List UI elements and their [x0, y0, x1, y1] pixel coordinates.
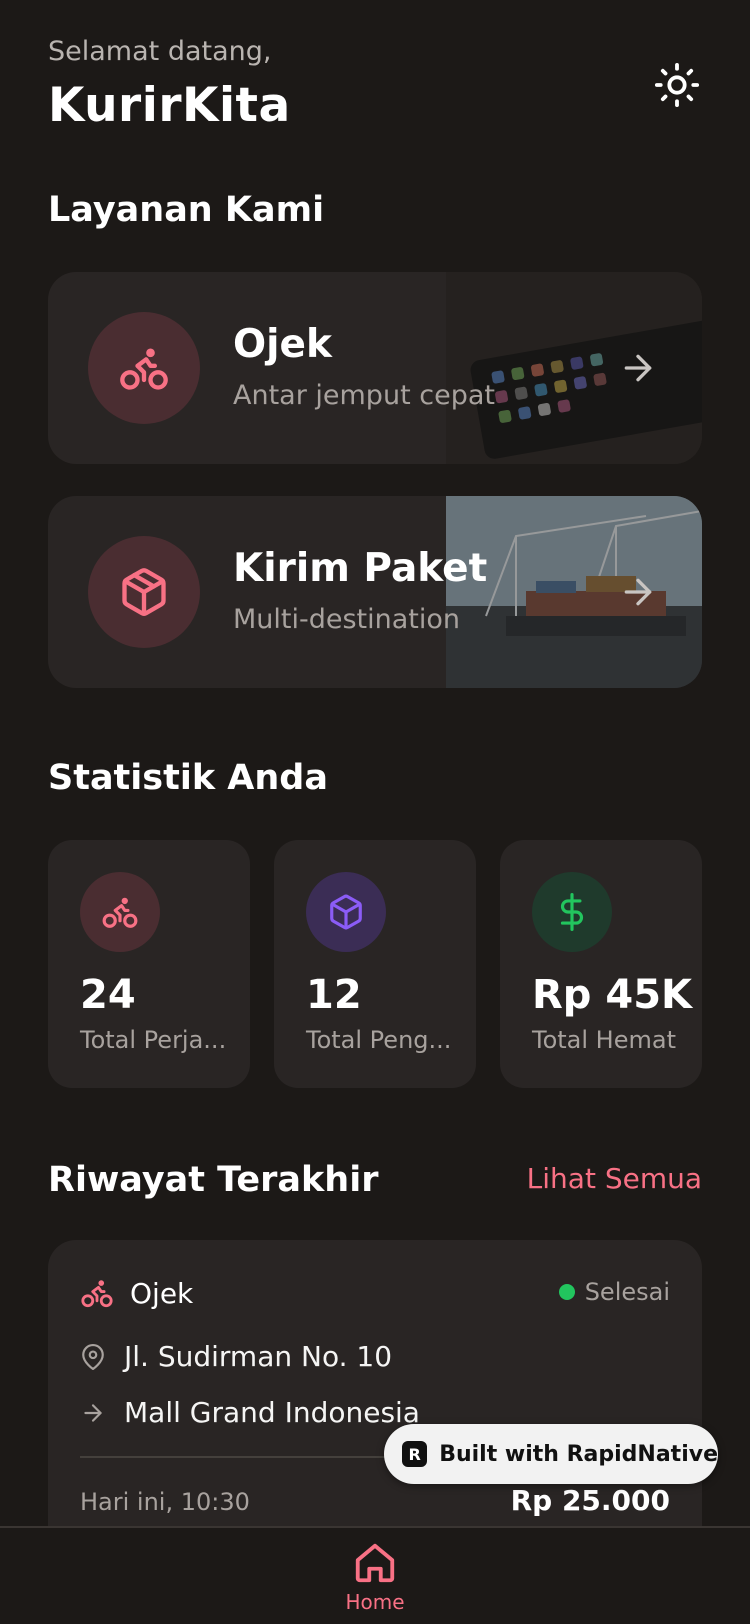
dollar-icon — [560, 893, 583, 931]
service-card-kirim-paket[interactable]: Kirim Paket Multi-destination — [48, 496, 702, 688]
history-from-row: Jl. Sudirman No. 10 — [80, 1340, 392, 1373]
map-pin-icon — [82, 1343, 104, 1370]
greeting-text: Selamat datang, — [48, 36, 272, 67]
status-dot — [558, 1284, 575, 1300]
stat-icon-circle — [306, 872, 386, 952]
bike-icon — [81, 1280, 113, 1308]
home-icon — [355, 1543, 395, 1583]
stat-value: 24 — [80, 972, 136, 1018]
stat-value: Rp 45K — [532, 972, 693, 1018]
stat-icon-circle — [80, 872, 160, 952]
header: Selamat datang, KurirKita — [48, 32, 702, 142]
service-name: Ojek — [233, 322, 332, 367]
service-icon-circle — [88, 536, 200, 648]
service-image-port — [446, 496, 702, 688]
services-section-title: Layanan Kami — [48, 190, 325, 230]
tab-home-label: Home — [345, 1590, 405, 1614]
bike-icon — [120, 348, 168, 390]
built-with-badge[interactable]: R Built with RapidNative — [384, 1424, 718, 1484]
service-image-phone — [446, 272, 702, 464]
history-section-title: Riwayat Terakhir — [48, 1160, 379, 1200]
see-all-link[interactable]: Lihat Semua — [527, 1162, 702, 1195]
stat-label: Total Perja... — [80, 1026, 227, 1054]
history-price: Rp 25.000 — [510, 1484, 670, 1517]
arrow-right-icon — [624, 354, 652, 382]
bottom-tab-bar: Home — [0, 1526, 750, 1624]
history-from: Jl. Sudirman No. 10 — [124, 1340, 393, 1373]
bike-icon — [102, 897, 138, 928]
stat-label: Total Peng... — [306, 1026, 452, 1054]
badge-label: Built with RapidNative — [439, 1441, 718, 1467]
status-badge: Selesai — [558, 1278, 670, 1306]
history-type-row: Ojek — [80, 1276, 193, 1310]
stat-card-trips: 24 Total Perja... — [48, 840, 250, 1088]
history-card[interactable]: Ojek Selesai Jl. Sudirman No. 10 Mall Gr… — [48, 1240, 702, 1560]
service-subtitle: Multi-destination — [233, 604, 461, 635]
history-to: Mall Grand Indonesia — [124, 1396, 420, 1429]
arrow-right-icon — [624, 578, 652, 606]
rapidnative-logo-icon: R — [402, 1441, 428, 1467]
package-icon — [330, 894, 362, 930]
tab-home[interactable]: Home — [330, 1540, 420, 1624]
brand-title: KurirKita — [48, 78, 291, 133]
history-to-row: Mall Grand Indonesia — [80, 1396, 420, 1429]
stats-section-title: Statistik Anda — [48, 758, 328, 798]
stat-card-deliveries: 12 Total Peng... — [274, 840, 476, 1088]
stat-icon-circle — [532, 872, 612, 952]
service-subtitle: Antar jemput cepat — [233, 380, 495, 411]
theme-toggle-button[interactable] — [652, 60, 702, 110]
stat-card-savings: Rp 45K Total Hemat — [500, 840, 702, 1088]
status-text: Selesai — [584, 1278, 670, 1306]
sun-icon — [654, 62, 700, 108]
arrow-right-icon — [84, 1403, 102, 1422]
stat-label: Total Hemat — [532, 1026, 676, 1054]
history-type: Ojek — [130, 1276, 194, 1310]
history-time: Hari ini, 10:30 — [80, 1488, 250, 1516]
package-icon — [122, 568, 166, 616]
service-icon-circle — [88, 312, 200, 424]
service-card-ojek[interactable]: Ojek Antar jemput cepat — [48, 272, 702, 464]
service-name: Kirim Paket — [233, 546, 488, 591]
stat-value: 12 — [306, 972, 362, 1018]
